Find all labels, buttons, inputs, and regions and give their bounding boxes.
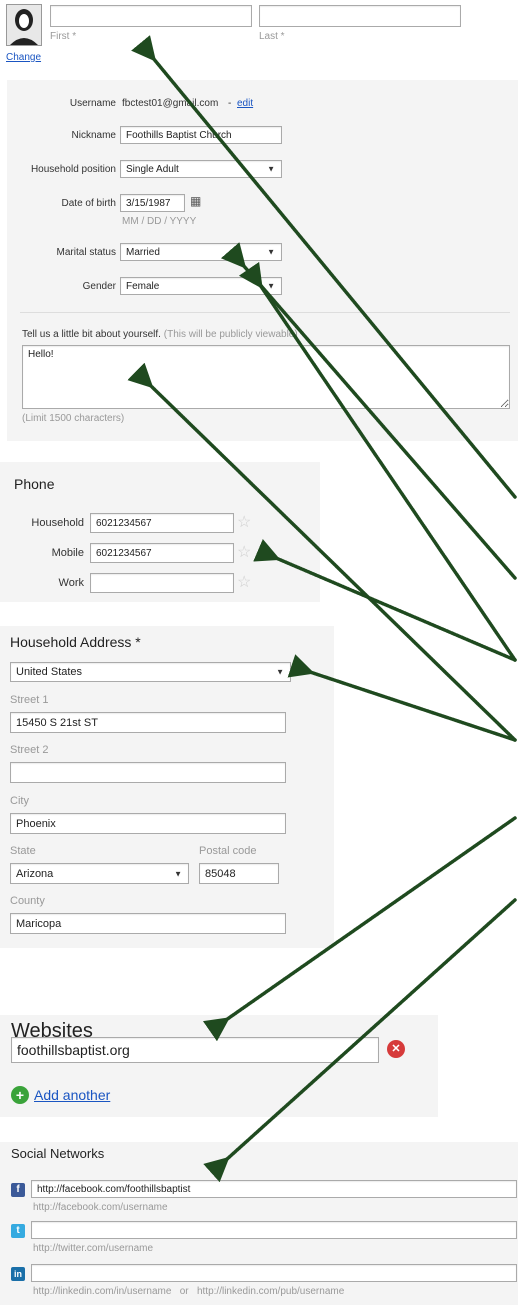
linkedin-input[interactable] <box>31 1264 517 1282</box>
star-icon[interactable]: ☆ <box>237 575 251 591</box>
website-url-input[interactable] <box>11 1037 379 1063</box>
first-name-label: First * <box>50 31 77 42</box>
calendar-icon[interactable]: ▦ <box>190 194 201 208</box>
chevron-down-icon: ▼ <box>276 667 284 677</box>
phone-household-label: Household <box>31 517 84 529</box>
twitter-input[interactable] <box>31 1221 517 1239</box>
street2-label: Street 2 <box>10 744 49 756</box>
chevron-down-icon: ▼ <box>267 281 275 291</box>
gender-value: Female <box>126 280 160 292</box>
star-icon[interactable]: ☆ <box>237 545 251 561</box>
phone-mobile-label: Mobile <box>51 547 84 559</box>
gender-select[interactable]: Female ▼ <box>120 277 282 295</box>
details-divider <box>20 312 510 313</box>
linkedin-hint: http://linkedin.com/in/username or http:… <box>33 1286 345 1297</box>
last-name-label: Last * <box>259 31 285 42</box>
country-value: United States <box>16 666 83 678</box>
nickname-input[interactable] <box>120 126 282 144</box>
phone-household-input[interactable] <box>90 513 234 533</box>
country-select[interactable]: United States ▼ <box>10 662 291 682</box>
household-position-value: Single Adult <box>126 163 179 175</box>
star-icon[interactable]: ☆ <box>237 515 251 531</box>
twitter-icon: t <box>11 1224 25 1238</box>
marital-status-label: Marital status <box>56 247 116 258</box>
phone-mobile-input[interactable] <box>90 543 234 563</box>
about-label-text: Tell us a little bit about yourself. <box>22 329 161 340</box>
change-photo-link[interactable]: Change <box>6 52 41 63</box>
username-separator: - <box>228 98 232 109</box>
last-name-input[interactable] <box>259 5 461 27</box>
phone-work-label: Work <box>58 577 84 589</box>
phone-work-input[interactable] <box>90 573 234 593</box>
first-name-input[interactable] <box>50 5 252 27</box>
county-label: County <box>10 895 45 907</box>
dob-label: Date of birth <box>61 198 116 209</box>
remove-website-icon[interactable]: ✕ <box>387 1040 405 1058</box>
facebook-hint: http://facebook.com/username <box>33 1202 168 1213</box>
add-icon[interactable]: + <box>11 1086 29 1104</box>
state-select[interactable]: Arizona ▼ <box>10 863 189 884</box>
city-label: City <box>10 795 29 807</box>
household-position-label: Household position <box>30 164 116 175</box>
username-value: fbctest01@gmail.com <box>122 98 219 109</box>
social-networks-title: Social Networks <box>11 1146 105 1161</box>
about-textarea[interactable]: Hello! <box>22 345 510 409</box>
chevron-down-icon: ▼ <box>267 164 275 174</box>
about-note: (This will be publicly viewable) <box>163 329 298 340</box>
gender-label: Gender <box>82 281 116 292</box>
county-input[interactable] <box>10 913 286 934</box>
household-position-select[interactable]: Single Adult ▼ <box>120 160 282 178</box>
marital-status-select[interactable]: Married ▼ <box>120 243 282 261</box>
chevron-down-icon: ▼ <box>174 869 182 878</box>
phone-title: Phone <box>14 476 55 492</box>
chevron-down-icon: ▼ <box>267 247 275 257</box>
dob-hint: MM / DD / YYYY <box>122 216 197 227</box>
avatar[interactable] <box>6 4 42 46</box>
dob-input[interactable] <box>120 194 185 212</box>
street1-input[interactable] <box>10 712 286 733</box>
avatar-silhouette-icon <box>7 5 41 45</box>
about-label: Tell us a little bit about yourself. (Th… <box>22 329 298 340</box>
postal-code-input[interactable] <box>199 863 279 884</box>
nickname-label: Nickname <box>71 130 116 141</box>
add-another-website-link[interactable]: Add another <box>34 1087 110 1103</box>
twitter-hint: http://twitter.com/username <box>33 1243 154 1254</box>
facebook-input[interactable] <box>31 1180 517 1198</box>
city-input[interactable] <box>10 813 286 834</box>
linkedin-icon: in <box>11 1267 25 1281</box>
street1-label: Street 1 <box>10 694 49 706</box>
address-title: Household Address * <box>10 634 141 650</box>
arrow-to-country <box>287 654 517 742</box>
username-label: Username <box>69 98 116 109</box>
edit-username-link[interactable]: edit <box>237 98 253 109</box>
marital-status-value: Married <box>126 246 160 258</box>
postal-code-label: Postal code <box>199 845 257 857</box>
street2-input[interactable] <box>10 762 286 783</box>
about-limit: (Limit 1500 characters) <box>22 413 125 424</box>
state-label: State <box>10 845 36 857</box>
facebook-icon: f <box>11 1183 25 1197</box>
state-value: Arizona <box>16 867 54 880</box>
